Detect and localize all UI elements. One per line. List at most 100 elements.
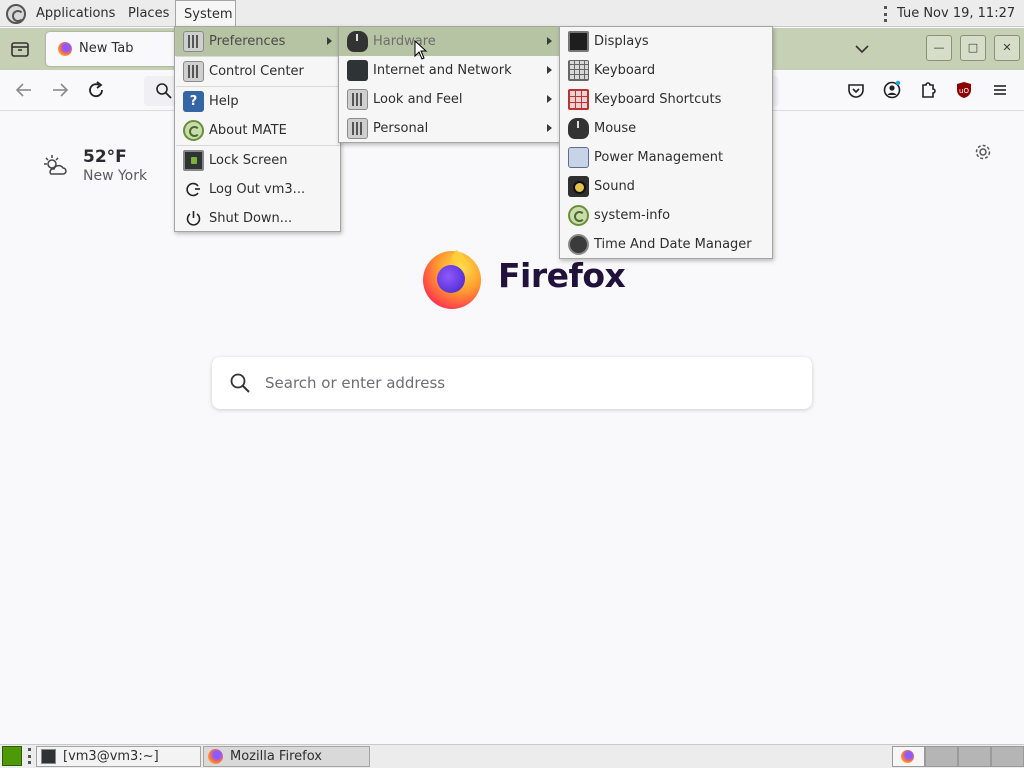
search-icon [154,81,174,101]
hamburger-menu-icon[interactable] [989,79,1011,101]
menu-item-system-info[interactable]: system-info [560,201,772,230]
gear-icon[interactable] [973,142,993,162]
menu-item-label: Internet and Network [373,63,512,78]
maximize-button[interactable]: □ [960,35,986,61]
clock-icon [568,234,589,255]
panel-handle [884,6,888,22]
logout-icon [183,179,204,200]
svg-text:uO: uO [959,87,969,95]
menu-item-power-management[interactable]: Power Management [560,143,772,172]
workspace-4[interactable] [991,746,1024,767]
taskbar-button-firefox[interactable]: Mozilla Firefox [203,746,370,767]
mate-logo-icon [183,120,204,141]
menu-item-label: Displays [594,34,649,49]
forward-arrow-icon[interactable] [49,79,71,101]
minimize-button[interactable]: — [926,35,952,61]
sound-icon [568,176,589,197]
menu-item-lock-screen[interactable]: Lock Screen [175,146,340,175]
firefox-wordmark: Firefox [498,256,626,295]
ublock-shield-icon[interactable]: uO [953,79,975,101]
menu-item-label: Log Out vm3... [209,182,306,197]
menu-item-label: Power Management [594,150,724,165]
menu-item-mouse[interactable]: Mouse [560,114,772,143]
menu-item-help[interactable]: ? Help [175,87,340,116]
power-management-icon [568,147,589,168]
control-center-icon [183,61,204,82]
applications-menu[interactable]: Applications [6,0,123,27]
menu-item-hardware[interactable]: Hardware [339,27,560,56]
submenu-arrow-icon [547,124,552,132]
menu-item-label: Time And Date Manager [594,237,752,252]
firefox-icon [208,749,223,764]
keyboard-icon [568,60,589,81]
firefox-view-icon[interactable] [10,40,30,58]
preferences-submenu: Hardware Internet and Network Look and F… [338,26,561,143]
menu-item-label: Keyboard [594,63,656,78]
hardware-submenu: Displays Keyboard Keyboard Shortcuts Mou… [559,26,773,259]
firefox-icon [901,750,914,763]
back-arrow-icon[interactable] [13,79,35,101]
menu-item-about-mate[interactable]: About MATE [175,116,340,145]
menu-item-time-and-date-manager[interactable]: Time And Date Manager [560,230,772,259]
terminal-icon [41,749,56,764]
submenu-arrow-icon [547,95,552,103]
menu-item-control-center[interactable]: Control Center [175,57,340,86]
menu-item-keyboard-shortcuts[interactable]: Keyboard Shortcuts [560,85,772,114]
keyboard-shortcuts-icon [568,89,589,110]
submenu-arrow-icon [327,37,332,45]
look-and-feel-icon [347,89,368,110]
submenu-arrow-icon [547,37,552,45]
reload-icon[interactable] [85,79,107,101]
menu-item-label: About MATE [209,123,287,138]
mouse-pointer-icon [414,39,428,60]
show-desktop-icon[interactable] [2,746,22,766]
menu-item-label: Keyboard Shortcuts [594,92,722,107]
weather-city[interactable]: New York [83,168,147,184]
power-icon [183,208,204,229]
chevron-down-icon[interactable] [853,40,871,58]
menu-item-look-and-feel[interactable]: Look and Feel [339,85,560,114]
mouse-icon [568,118,589,139]
menu-item-label: Mouse [594,121,637,136]
menu-item-label: Shut Down... [209,211,293,226]
pocket-icon[interactable] [845,79,867,101]
workspace-3[interactable] [958,746,991,767]
menu-item-label: Look and Feel [373,92,463,107]
display-icon [568,31,589,52]
taskbar-button-terminal[interactable]: [vm3@vm3:~] [36,746,201,767]
menu-item-label: Control Center [209,64,304,79]
places-menu[interactable]: Places [120,0,177,27]
personal-icon [347,118,368,139]
menu-item-preferences[interactable]: Preferences [175,27,340,56]
submenu-arrow-icon [547,66,552,74]
close-button[interactable]: ✕ [994,35,1020,61]
workspace-2[interactable] [925,746,958,767]
preferences-icon [183,31,204,52]
account-icon[interactable] [881,79,903,101]
network-icon [347,60,368,81]
hardware-icon [347,31,368,52]
menu-item-label: Personal [373,121,429,136]
menu-item-label: Lock Screen [209,153,288,168]
menu-item-label: system-info [594,208,671,223]
menu-item-personal[interactable]: Personal [339,114,560,143]
weather-temperature[interactable]: 52°F [83,147,127,167]
menu-item-shut-down[interactable]: Shut Down... [175,204,340,233]
menu-item-keyboard[interactable]: Keyboard [560,56,772,85]
firefox-logo-icon [420,246,484,310]
menu-item-log-out[interactable]: Log Out vm3... [175,175,340,204]
search-icon [228,371,252,395]
help-icon: ? [183,91,204,112]
panel-handle [28,748,32,764]
taskbar-label: Mozilla Firefox [230,749,322,764]
menu-item-displays[interactable]: Displays [560,27,772,56]
menu-item-sound[interactable]: Sound [560,172,772,201]
firefox-favicon-icon [58,42,72,56]
lock-screen-icon [183,150,204,171]
search-input[interactable]: Search or enter address [265,374,445,392]
extensions-icon[interactable] [917,79,939,101]
menu-item-internet-and-network[interactable]: Internet and Network [339,56,560,85]
partly-sunny-icon [42,153,68,179]
system-menu[interactable]: System [175,0,236,27]
tab-title: New Tab [79,41,134,56]
